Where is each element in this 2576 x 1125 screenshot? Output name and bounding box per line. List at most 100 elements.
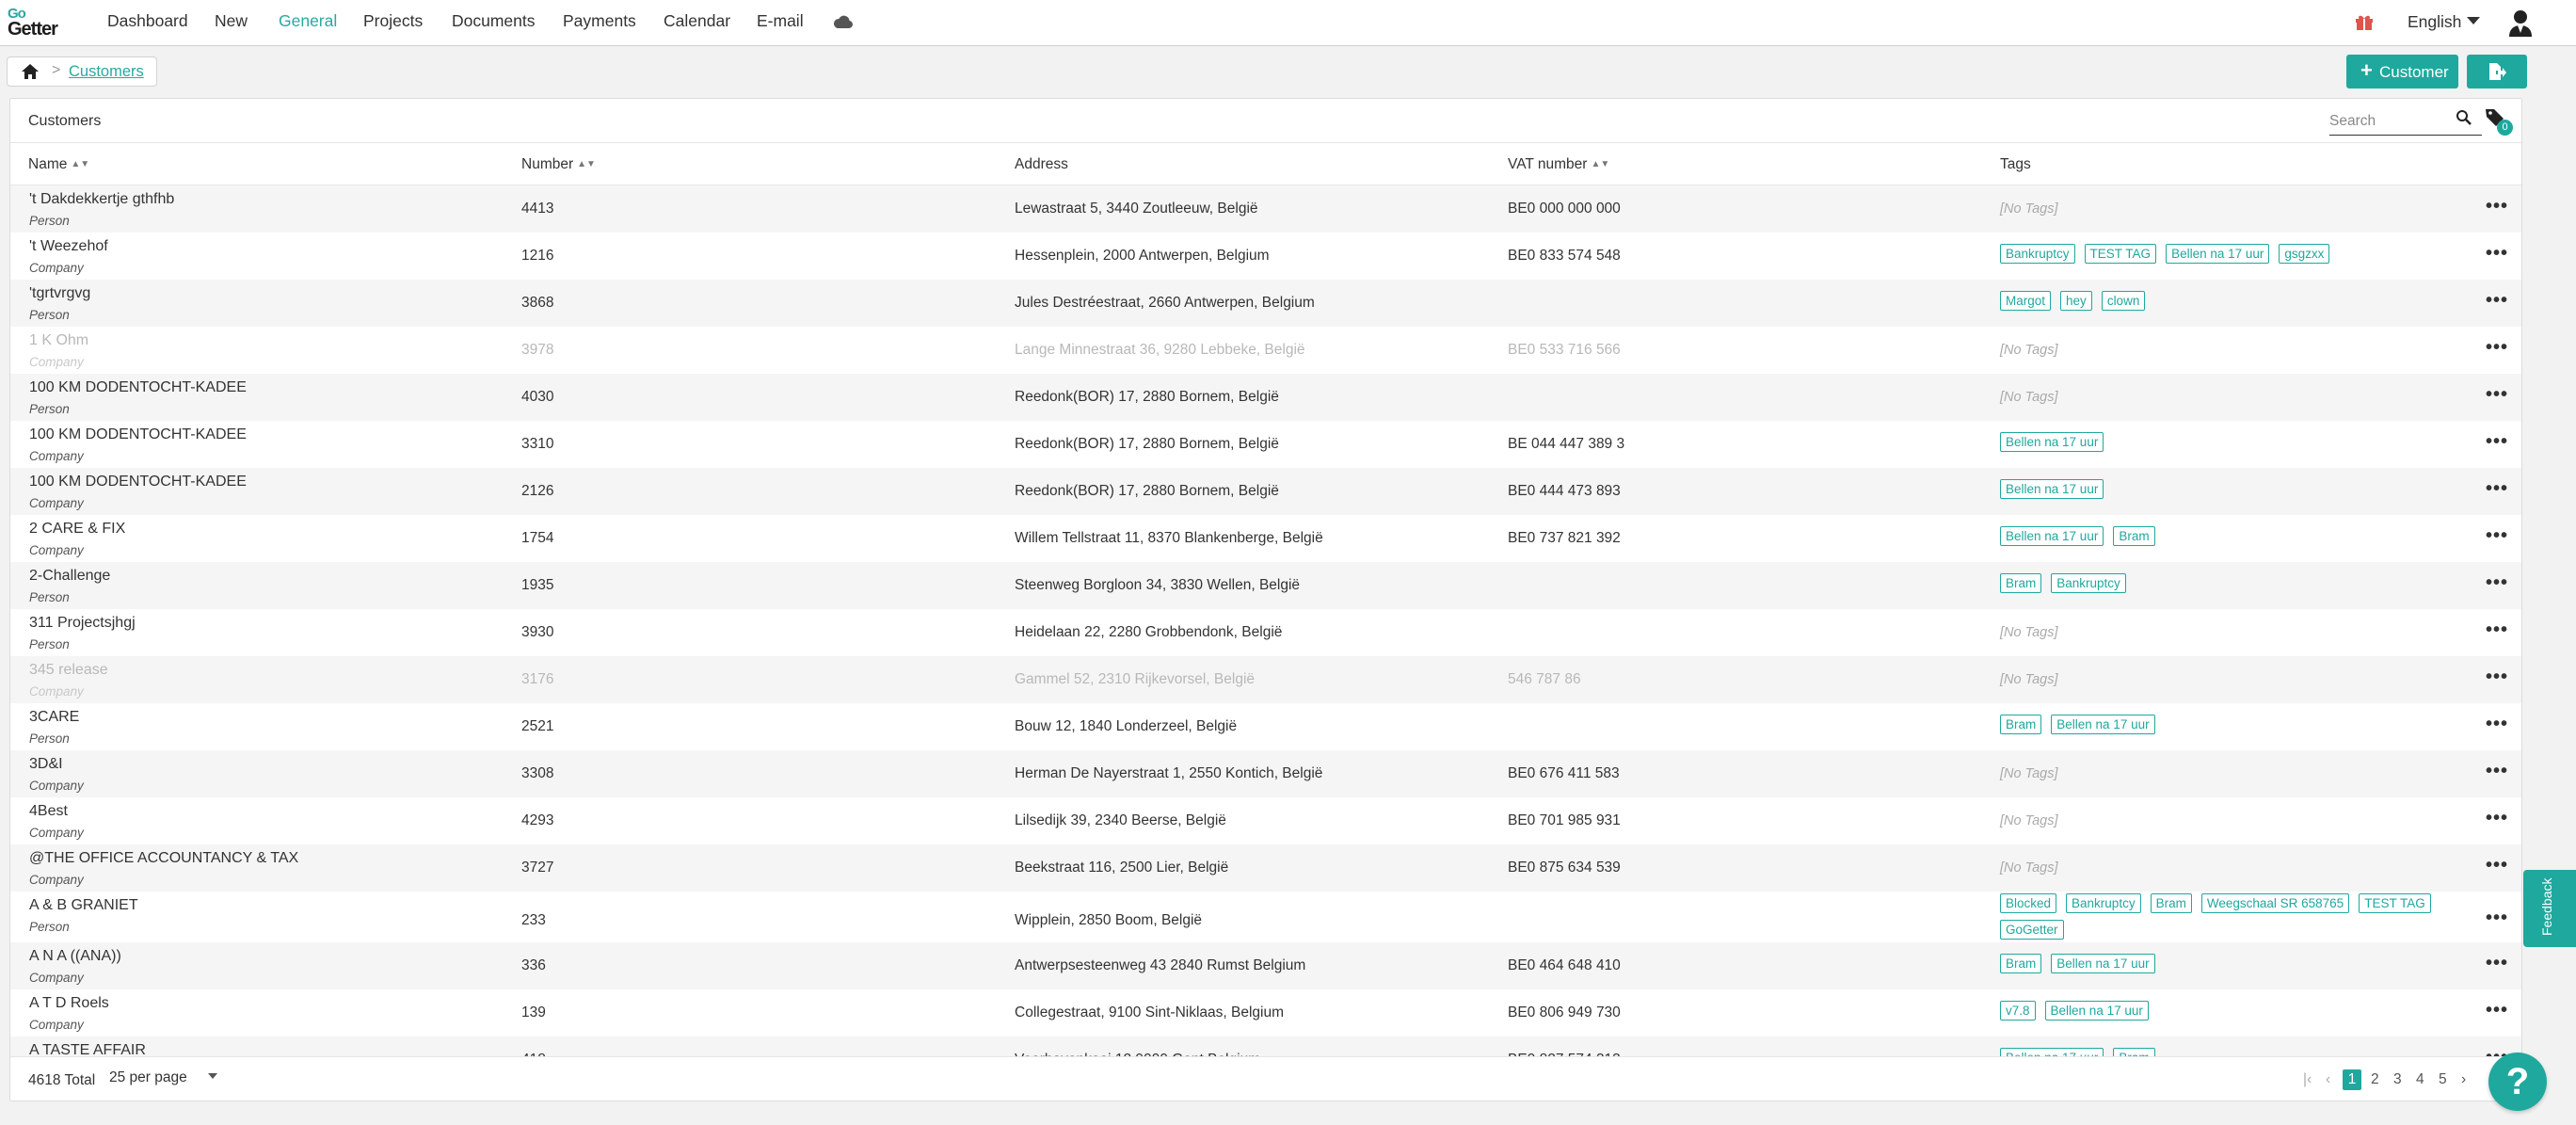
more-options-icon[interactable]: •••	[2486, 244, 2508, 263]
user-icon[interactable]	[2507, 8, 2534, 37]
nav-documents[interactable]: Documents	[452, 11, 536, 31]
tag-chip[interactable]: Bram	[2150, 893, 2192, 913]
table-row[interactable]: 2-Challenge Person 1935 Steenweg Borgloon 3…	[10, 562, 2521, 609]
customer-name[interactable]: @THE OFFICE ACCOUNTANCY & TAX	[29, 850, 298, 867]
table-row[interactable]: 't Dakdekkertje gthfhb Person 4413 Lewastra…	[10, 185, 2521, 233]
more-options-icon[interactable]: •••	[2486, 573, 2508, 592]
help-button[interactable]: ?	[2488, 1053, 2547, 1111]
tag-chip[interactable]: Bram	[2000, 573, 2042, 593]
add-customer-button[interactable]: + Customer	[2346, 55, 2458, 88]
tag-chip[interactable]: Bellen na 17 uur	[2166, 244, 2270, 264]
table-row[interactable]: A TASTE AFFAIRCompany418Voorhavenkaai 12…	[10, 1037, 2521, 1056]
tag-chip[interactable]: clown	[2101, 291, 2146, 311]
tag-chip[interactable]: Bram	[2113, 526, 2155, 546]
table-row[interactable]: 1 K Ohm Company 3978 Lange Minnestraat 36, …	[10, 327, 2521, 374]
search-icon[interactable]	[2456, 109, 2472, 126]
tag-chip[interactable]: Bankruptcy	[2051, 573, 2126, 593]
customer-name[interactable]: 4Best	[29, 803, 68, 820]
more-options-icon[interactable]: •••	[2486, 432, 2508, 451]
more-options-icon[interactable]: •••	[2486, 620, 2508, 639]
more-options-icon[interactable]: •••	[2486, 762, 2508, 780]
page-2[interactable]: 2	[2371, 1071, 2379, 1088]
customer-name[interactable]: 100 KM DODENTOCHT-KADEE	[29, 426, 247, 443]
home-icon[interactable]	[21, 63, 40, 80]
more-options-icon[interactable]: •••	[2486, 338, 2508, 357]
search-input[interactable]	[2329, 111, 2447, 132]
customer-name[interactable]: A N A ((ANA))	[29, 948, 121, 965]
first-page-icon[interactable]: |‹	[2303, 1071, 2312, 1088]
cloud-icon[interactable]	[832, 10, 855, 33]
feedback-tab[interactable]: Feedback	[2523, 870, 2576, 947]
header-number[interactable]: Number ▲▼	[521, 156, 596, 173]
table-row[interactable]: 4Best Company 4293 Lilsedijk 39, 2340 Beers…	[10, 797, 2521, 844]
page-5[interactable]: 5	[2439, 1071, 2447, 1088]
tag-chip[interactable]: TEST TAG	[2084, 244, 2157, 264]
tag-chip[interactable]: TEST TAG	[2359, 893, 2431, 913]
customer-name[interactable]: A TASTE AFFAIR	[29, 1042, 146, 1056]
tag-chip[interactable]: Bellen na 17 uur	[2000, 1048, 2104, 1056]
tag-chip[interactable]: Bram	[2113, 1048, 2155, 1056]
customer-name[interactable]: A T D Roels	[29, 995, 109, 1012]
header-vat[interactable]: VAT number ▲▼	[1508, 156, 1609, 173]
tag-chip[interactable]: Bankruptcy	[2066, 893, 2141, 913]
prev-page-icon[interactable]: ‹	[2326, 1071, 2330, 1088]
more-options-icon[interactable]: •••	[2486, 856, 2508, 875]
nav-new[interactable]: New	[215, 11, 248, 31]
table-row[interactable]: @THE OFFICE ACCOUNTANCY & TAX Company 3727…	[10, 844, 2521, 892]
tag-chip[interactable]: Bellen na 17 uur	[2051, 715, 2155, 734]
tag-chip[interactable]: v7.8	[2000, 1001, 2036, 1021]
tag-chip[interactable]: GoGetter	[2000, 920, 2064, 940]
tag-chip[interactable]: Bellen na 17 uur	[2000, 432, 2104, 452]
more-options-icon[interactable]: •••	[2486, 954, 2508, 972]
customer-name[interactable]: 1 K Ohm	[29, 332, 88, 349]
tag-chip[interactable]: Bellen na 17 uur	[2000, 526, 2104, 546]
nav-dashboard[interactable]: Dashboard	[107, 11, 188, 31]
page-4[interactable]: 4	[2416, 1071, 2424, 1088]
tag-chip[interactable]: Margot	[2000, 291, 2052, 311]
customer-name[interactable]: 3D&I	[29, 756, 63, 773]
more-options-icon[interactable]: •••	[2486, 1001, 2508, 1020]
more-options-icon[interactable]: •••	[2486, 291, 2508, 310]
tag-chip[interactable]: Bram	[2000, 715, 2042, 734]
sort-icon[interactable]: ▲▼	[71, 159, 89, 169]
language-selector[interactable]: English	[2408, 12, 2481, 32]
table-row[interactable]: 100 KM DODENTOCHT-KADEE Company 2126 Reedon…	[10, 468, 2521, 515]
tag-chip[interactable]: Bram	[2000, 954, 2042, 973]
nav-payments[interactable]: Payments	[563, 11, 636, 31]
tag-filter-button[interactable]: 0	[2484, 106, 2513, 136]
customer-name[interactable]: 2-Challenge	[29, 568, 110, 585]
customer-name[interactable]: 2 CARE & FIX	[29, 521, 125, 538]
more-options-icon[interactable]: •••	[2486, 809, 2508, 828]
more-options-icon[interactable]: •••	[2486, 479, 2508, 498]
sort-icon[interactable]: ▲▼	[577, 159, 596, 169]
more-options-icon[interactable]: •••	[2486, 715, 2508, 733]
customer-name[interactable]: 'tgrtvrgvg	[29, 285, 90, 302]
table-row[interactable]: 'tgrtvrgvg Person 3868 Jules Destréestraat,…	[10, 280, 2521, 327]
breadcrumb-customers[interactable]: Customers	[69, 63, 144, 81]
header-name[interactable]: Name ▲▼	[28, 156, 89, 173]
tag-chip[interactable]: Bellen na 17 uur	[2000, 479, 2104, 499]
customer-name[interactable]: 3CARE	[29, 709, 79, 726]
customer-name[interactable]: 100 KM DODENTOCHT-KADEE	[29, 379, 247, 396]
table-row[interactable]: 100 KM DODENTOCHT-KADEE Person 4030 Reedonk…	[10, 374, 2521, 421]
table-row[interactable]: 3D&I Company 3308 Herman De Nayerstraat 1, …	[10, 750, 2521, 797]
nav-calendar[interactable]: Calendar	[664, 11, 730, 31]
more-options-icon[interactable]: •••	[2486, 197, 2508, 216]
customer-name[interactable]: 311 Projectsjhgj	[29, 615, 136, 632]
more-options-icon[interactable]: •••	[2486, 667, 2508, 686]
table-row[interactable]: 't Weezehof Company 1216 Hessenplein, 2000 …	[10, 233, 2521, 280]
table-row[interactable]: A & B GRANIET Person 233 Wipplein, 2850 Boo…	[10, 892, 2521, 942]
table-row[interactable]: A N A ((ANA)) Company 336 Antwerpsesteenweg…	[10, 942, 2521, 989]
tag-chip[interactable]: hey	[2060, 291, 2092, 311]
per-page-select[interactable]: 25 per page	[109, 1069, 217, 1086]
tag-chip[interactable]: Bellen na 17 uur	[2044, 1001, 2149, 1021]
table-row[interactable]: 100 KM DODENTOCHT-KADEE Company 3310 Reedon…	[10, 421, 2521, 468]
export-button[interactable]	[2467, 55, 2527, 88]
more-options-icon[interactable]: •••	[2486, 908, 2508, 927]
tag-chip[interactable]: Bankruptcy	[2000, 244, 2075, 264]
customer-name[interactable]: 't Weezehof	[29, 238, 108, 255]
customer-name[interactable]: 345 release	[29, 662, 108, 679]
page-1[interactable]: 1	[2343, 1069, 2361, 1090]
customer-name[interactable]: 100 KM DODENTOCHT-KADEE	[29, 474, 247, 490]
tag-chip[interactable]: Weegschaal SR 658765	[2200, 893, 2350, 913]
